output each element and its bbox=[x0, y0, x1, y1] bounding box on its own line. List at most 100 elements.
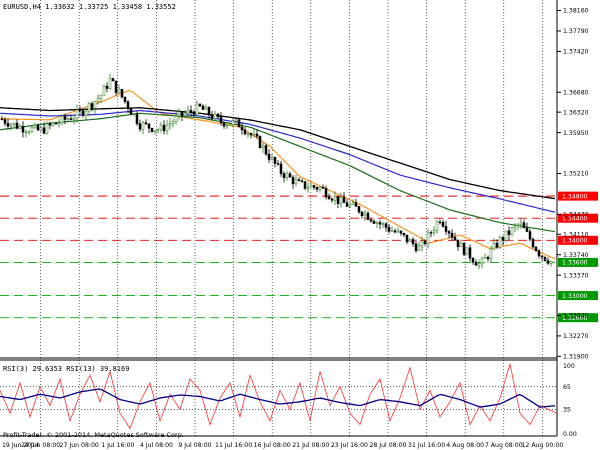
candle-body bbox=[432, 230, 436, 234]
candle-body bbox=[429, 232, 433, 234]
candle-body bbox=[105, 85, 109, 89]
candle-body bbox=[369, 219, 373, 222]
candle-body bbox=[306, 187, 310, 189]
x-tick-label: 4 Aug 08:00 bbox=[446, 442, 484, 449]
candle-body bbox=[144, 122, 148, 125]
candle-body bbox=[24, 131, 28, 134]
candle-body bbox=[324, 188, 328, 198]
y-tick-label: 1.36680 bbox=[563, 89, 589, 96]
candle-body bbox=[402, 232, 406, 236]
candle-body bbox=[546, 260, 550, 264]
candle-body bbox=[63, 115, 67, 120]
candle-body bbox=[99, 95, 103, 100]
x-tick-label: 28 Jul 08:00 bbox=[369, 442, 406, 449]
candle-body bbox=[519, 222, 523, 226]
candle-body bbox=[102, 85, 106, 96]
x-tick-label: 12 Aug 00:00 bbox=[522, 442, 564, 449]
candle-body bbox=[456, 239, 460, 247]
y-tick-label: 1.35950 bbox=[563, 130, 589, 137]
candle-body bbox=[216, 113, 220, 118]
candle-body bbox=[444, 226, 448, 232]
candle-body bbox=[507, 230, 511, 235]
candle-body bbox=[411, 239, 415, 245]
candle-body bbox=[474, 261, 478, 266]
candle-body bbox=[393, 230, 397, 233]
candle-body bbox=[210, 114, 214, 119]
candle-body bbox=[387, 227, 391, 232]
candle-body bbox=[90, 103, 94, 109]
candle-body bbox=[450, 232, 454, 238]
candle-body bbox=[501, 237, 505, 241]
candle-body bbox=[189, 109, 193, 113]
candle-body bbox=[111, 78, 115, 82]
candle-body bbox=[492, 242, 496, 250]
candle-body bbox=[414, 243, 418, 251]
candle-body bbox=[27, 131, 31, 133]
candle-body bbox=[483, 257, 487, 259]
candle-body bbox=[513, 225, 517, 229]
y-tick-label: 1.37420 bbox=[563, 49, 589, 56]
candle-body bbox=[252, 133, 256, 136]
candle-body bbox=[300, 180, 304, 182]
candle-body bbox=[243, 129, 247, 135]
rsi-tick-label: 35 bbox=[563, 407, 571, 414]
x-tick-label: 24 Jun 08:00 bbox=[21, 442, 60, 449]
candle-body bbox=[357, 206, 361, 213]
candle-body bbox=[360, 211, 364, 216]
candle-body bbox=[540, 255, 544, 258]
y-tick-label: 1.32270 bbox=[563, 333, 589, 340]
y-tick-label: 1.34470 bbox=[563, 212, 589, 219]
candle-body bbox=[39, 127, 43, 131]
candle-body bbox=[132, 113, 136, 116]
candle-body bbox=[534, 246, 538, 251]
candle-body bbox=[222, 122, 226, 127]
candle-body bbox=[435, 221, 439, 231]
candle-body bbox=[282, 173, 286, 179]
candle-body bbox=[399, 230, 403, 234]
candle-body bbox=[363, 212, 367, 216]
y-tick-label: 1.34110 bbox=[563, 231, 589, 238]
candle-body bbox=[156, 129, 160, 131]
candle-body bbox=[81, 110, 85, 116]
candle-body bbox=[18, 126, 22, 129]
candle-body bbox=[21, 126, 25, 133]
candle-body bbox=[327, 196, 331, 200]
candle-body bbox=[255, 133, 259, 137]
candle-body bbox=[288, 173, 292, 178]
candle-body bbox=[417, 245, 421, 251]
x-tick-label: 1 Jul 16:00 bbox=[101, 442, 134, 449]
candle-body bbox=[375, 222, 379, 224]
candle-body bbox=[15, 122, 19, 129]
candle-body bbox=[549, 260, 553, 264]
candle-body bbox=[69, 118, 73, 120]
candle-body bbox=[354, 202, 358, 207]
y-tick-label: 1.35210 bbox=[563, 171, 589, 178]
candle-body bbox=[486, 257, 490, 260]
x-tick-label: 11 Jul 16:00 bbox=[215, 442, 252, 449]
candle-body bbox=[441, 222, 445, 227]
x-tick-label: 4 Jul 08:00 bbox=[140, 442, 173, 449]
x-tick-label: 31 Jul 16:00 bbox=[408, 442, 445, 449]
candle-body bbox=[138, 123, 142, 130]
candle-body bbox=[231, 120, 235, 125]
candle-body bbox=[396, 230, 400, 233]
x-tick-label: 27 Jun 08:00 bbox=[60, 442, 99, 449]
candle-body bbox=[342, 196, 346, 203]
candle-body bbox=[351, 202, 355, 205]
candle-body bbox=[84, 110, 88, 116]
candle-body bbox=[207, 107, 211, 116]
y-tick-label: 1.36320 bbox=[563, 109, 589, 116]
candle-body bbox=[390, 230, 394, 232]
candle-body bbox=[405, 234, 409, 243]
rsi-header: RSI(3) 29.6353 RSI(13) 39.8169 bbox=[3, 365, 130, 373]
candle-body bbox=[126, 101, 130, 110]
rsi-tick-label: 100 bbox=[563, 363, 575, 370]
candle-body bbox=[198, 103, 202, 107]
candle-body bbox=[261, 145, 265, 149]
candle-body bbox=[66, 118, 70, 120]
candle-body bbox=[465, 247, 469, 255]
candle-body bbox=[516, 224, 520, 227]
candle-body bbox=[291, 176, 295, 185]
candle-body bbox=[330, 198, 334, 201]
candle-body bbox=[489, 248, 493, 260]
